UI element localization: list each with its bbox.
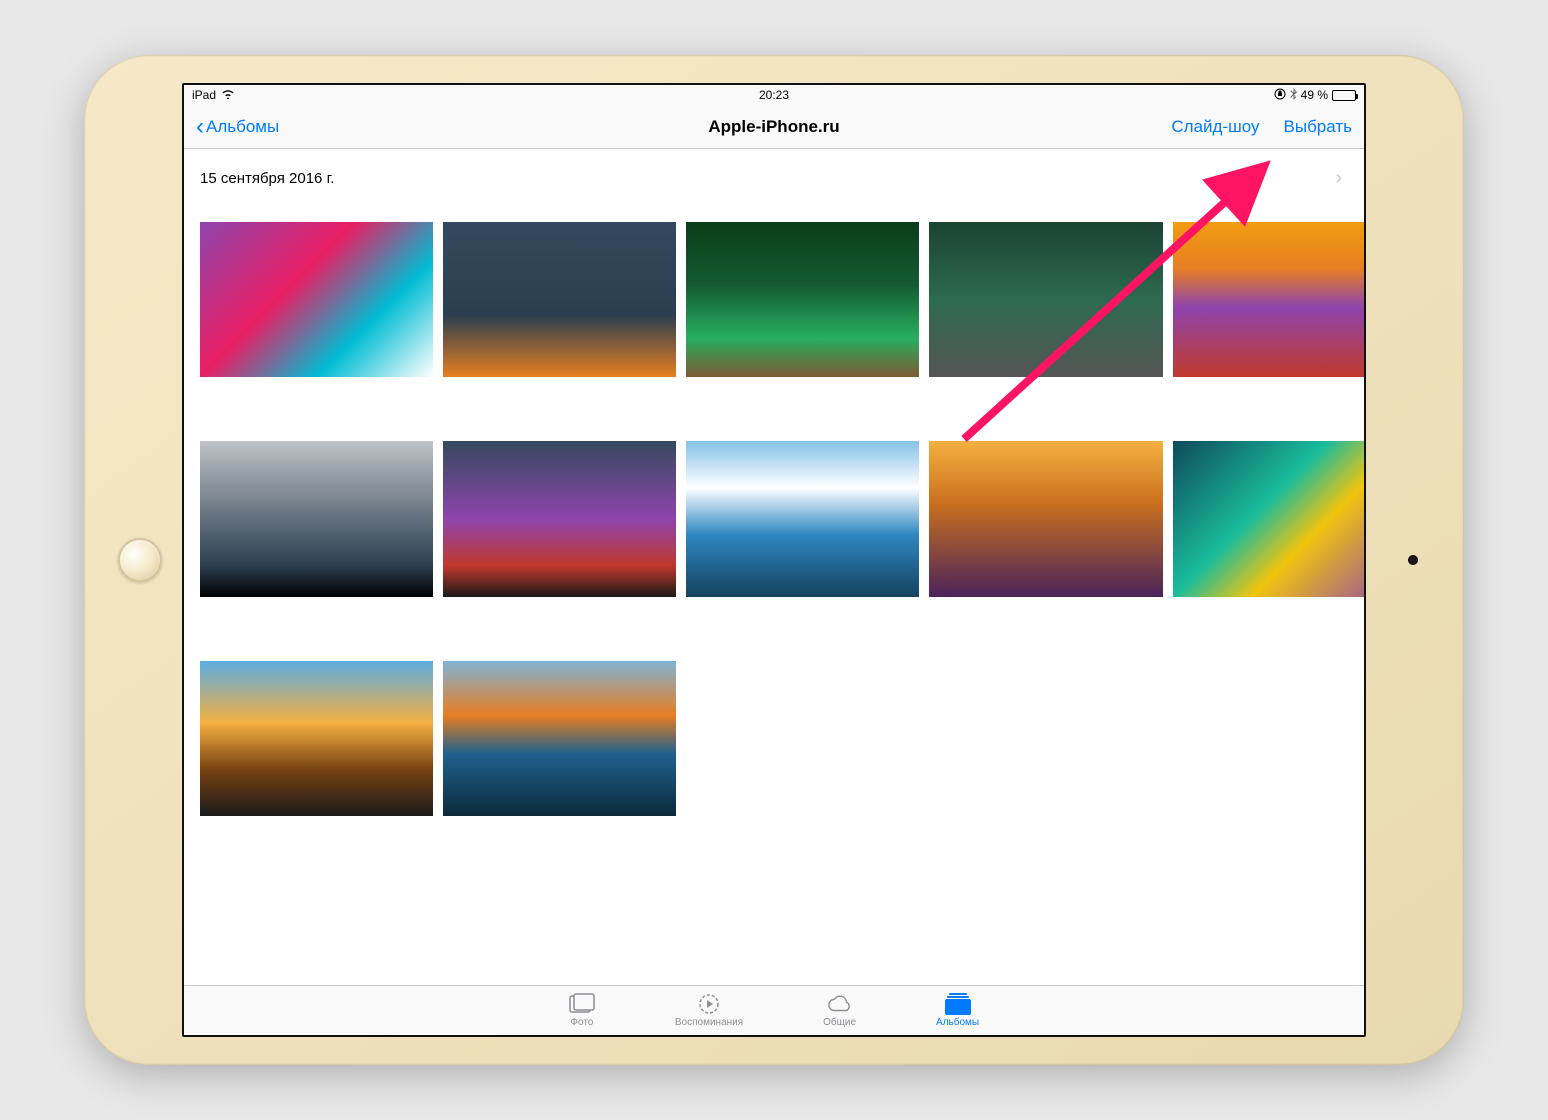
tab-label: Фото <box>570 1017 593 1028</box>
back-label: Альбомы <box>206 117 279 137</box>
photo-thumbnail[interactable] <box>929 441 1162 596</box>
tab-label: Общие <box>823 1017 856 1028</box>
slideshow-button[interactable]: Слайд-шоу <box>1171 117 1259 137</box>
photo-thumbnail[interactable] <box>686 441 919 596</box>
status-time: 20:23 <box>759 88 789 102</box>
photo-thumbnail[interactable] <box>200 441 433 596</box>
date-header: 15 сентября 2016 г. › <box>200 167 1348 190</box>
tab-shared[interactable]: Общие <box>823 993 856 1028</box>
photo-thumbnail[interactable] <box>1173 222 1364 377</box>
photo-thumbnail[interactable] <box>443 661 676 816</box>
ipad-device-frame: iPad 20:23 49 % ‹ Альбомы <box>84 55 1464 1065</box>
device-label: iPad <box>192 88 216 102</box>
content-area: 15 сентября 2016 г. › ♥ <box>184 149 1364 985</box>
date-label: 15 сентября 2016 г. <box>200 170 334 187</box>
photo-thumbnail[interactable] <box>929 222 1162 377</box>
chevron-left-icon: ‹ <box>196 115 204 139</box>
photo-thumbnail[interactable] <box>200 661 433 816</box>
status-left: iPad <box>192 88 774 102</box>
photo-thumbnail[interactable] <box>200 222 433 377</box>
cloud-icon <box>827 993 853 1015</box>
photo-grid: ♥ <box>200 222 1348 713</box>
screen: iPad 20:23 49 % ‹ Альбомы <box>182 83 1366 1037</box>
tab-label: Воспоминания <box>675 1017 743 1028</box>
status-bar: iPad 20:23 49 % <box>184 85 1364 105</box>
chevron-right-icon[interactable]: › <box>1335 167 1348 190</box>
photo-thumbnail[interactable] <box>443 222 676 377</box>
wifi-icon <box>221 88 235 102</box>
albums-icon <box>945 993 971 1015</box>
photo-thumbnail[interactable] <box>686 222 919 377</box>
nav-bar: ‹ Альбомы Apple-iPhone.ru Слайд-шоу Выбр… <box>184 105 1364 149</box>
photo-thumbnail[interactable] <box>1173 441 1364 596</box>
nav-title: Apple-iPhone.ru <box>708 117 839 137</box>
bluetooth-icon <box>1290 88 1297 103</box>
tab-albums[interactable]: Альбомы <box>936 993 979 1028</box>
tab-label: Альбомы <box>936 1017 979 1028</box>
tab-memories[interactable]: Воспоминания <box>675 993 743 1028</box>
tab-photos[interactable]: Фото <box>569 993 595 1028</box>
photo-thumbnail[interactable] <box>443 441 676 596</box>
front-camera <box>1408 555 1418 565</box>
status-right: 49 % <box>774 88 1356 103</box>
battery-icon <box>1332 90 1356 101</box>
orientation-lock-icon <box>1274 88 1286 103</box>
battery-percent: 49 % <box>1301 88 1328 102</box>
back-button[interactable]: ‹ Альбомы <box>196 115 774 139</box>
tab-bar: Фото Воспоминания Общие Альбомы <box>184 985 1364 1035</box>
home-button[interactable] <box>118 538 162 582</box>
photos-icon <box>569 993 595 1015</box>
memories-icon <box>696 993 722 1015</box>
select-button[interactable]: Выбрать <box>1284 117 1352 137</box>
